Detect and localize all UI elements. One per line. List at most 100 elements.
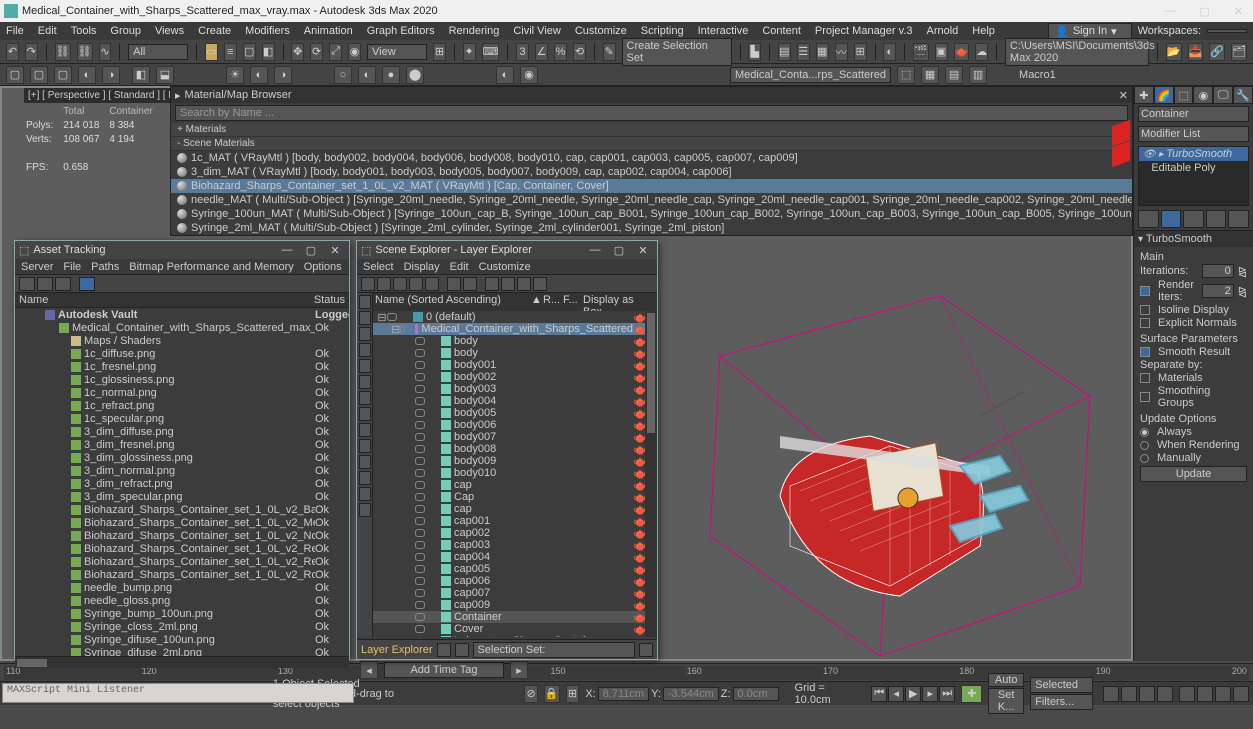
asset-row[interactable]: Medical_Container_with_Sharps_Scattered_… [15,321,349,334]
pm-relink-button[interactable]: 🗂 [1231,43,1247,61]
menu-item[interactable]: Display [404,261,440,273]
utilities-tab[interactable]: 🔧 [1233,86,1253,104]
tb2-btn[interactable]: ▦ [921,66,939,84]
goto-end-button[interactable]: ⏭ [939,686,955,702]
tb-btn[interactable] [359,311,371,325]
visibility-icon[interactable] [415,397,425,405]
visibility-icon[interactable] [415,505,425,513]
freeze-icon[interactable] [427,541,437,549]
asset-row[interactable]: Syringe_closs_2ml.pngOk [15,620,349,633]
visibility-icon[interactable] [415,349,425,357]
menu-group[interactable]: Group [110,25,141,37]
pm-merge-button[interactable]: 📥 [1188,43,1204,61]
maximize-button[interactable]: ▢ [1193,5,1215,18]
tb-btn[interactable] [447,277,461,291]
next-frame-button[interactable]: ▸ [922,686,938,702]
keyboard-button[interactable]: ⌨ [482,43,500,61]
visibility-icon[interactable] [415,337,425,345]
sep-materials-check[interactable] [1140,373,1150,383]
freeze-icon[interactable] [399,313,409,321]
asset-row[interactable]: 3_dim_refract.pngOk [15,477,349,490]
manip-button[interactable]: ✦ [463,43,476,61]
prev-frame-button[interactable]: ◂ [888,686,904,702]
visibility-icon[interactable] [415,625,425,633]
placement-button[interactable]: ◉ [348,43,361,61]
tree-row[interactable]: body010🫖 [373,467,645,479]
align-button[interactable]: ▤ [778,43,791,61]
rotate-button[interactable]: ⟳ [310,43,323,61]
close-icon[interactable]: ✕ [1119,89,1128,102]
asset-row[interactable]: Autodesk VaultLogged... [15,308,349,321]
freeze-icon[interactable] [427,397,437,405]
modify-tab[interactable]: 🌈 [1154,86,1174,104]
asset-row[interactable]: 1c_refract.pngOk [15,399,349,412]
tb-btn[interactable] [501,277,515,291]
tb-btn[interactable] [639,643,653,657]
tree-row[interactable]: body003🫖 [373,383,645,395]
asset-row[interactable]: 1c_diffuse.pngOk [15,347,349,360]
tb2-btn[interactable]: ◐ [78,66,96,84]
tree-row[interactable]: cap007🫖 [373,587,645,599]
asset-row[interactable]: Biohazard_Sharps_Container_set_1_0L_v2_N… [15,529,349,542]
autokey-button[interactable]: Auto [988,673,1024,687]
freeze-icon[interactable] [427,361,437,369]
tb2-btn[interactable]: ☀ [226,66,244,84]
tb2-btn[interactable]: ◧ [132,66,150,84]
close-icon[interactable]: ✕ [325,244,345,257]
menu-customize[interactable]: Customize [575,25,627,37]
pin-stack-button[interactable] [1138,210,1159,228]
menu-arnold[interactable]: Arnold [927,25,959,37]
tb2-btn[interactable]: ⬚ [897,66,915,84]
tree-row[interactable]: Laboratory_Sharps_Container🫖 [373,635,645,637]
window-crossing-button[interactable]: ◧ [262,43,275,61]
tb-btn[interactable] [359,503,371,517]
tb-btn[interactable] [359,455,371,469]
pm-open-button[interactable]: 📂 [1166,43,1182,61]
tree-row[interactable]: cap006🫖 [373,575,645,587]
tree-row[interactable]: body004🫖 [373,395,645,407]
move-button[interactable]: ✥ [291,43,304,61]
tree-row[interactable]: body🫖 [373,335,645,347]
freeze-icon[interactable] [427,445,437,453]
asset-row[interactable]: 1c_fresnel.pngOk [15,360,349,373]
tb2-btn[interactable]: ▥ [969,66,987,84]
menu-views[interactable]: Views [155,25,184,37]
visibility-icon[interactable] [415,481,425,489]
tb2-btn[interactable]: ◉ [520,66,538,84]
visibility-icon[interactable] [415,385,425,393]
smooth-result-check[interactable] [1140,347,1150,357]
visibility-icon[interactable] [415,601,425,609]
visibility-icon[interactable] [415,361,425,369]
material-row[interactable]: 3_dim_MAT ( VRayMtl ) [body, body001, bo… [171,165,1132,179]
snap-button[interactable]: 3 [516,43,529,61]
tree-row[interactable]: cap003🫖 [373,539,645,551]
isoline-check[interactable] [1140,305,1150,315]
display-tab[interactable]: 🖵 [1213,86,1233,104]
freeze-icon[interactable] [427,553,437,561]
render-frame-button[interactable]: ▣ [935,43,948,61]
nav-btn[interactable] [1233,686,1249,702]
asset-row[interactable]: Syringe_bump_100un.pngOk [15,607,349,620]
pm-xref-button[interactable]: 🔗 [1209,43,1225,61]
chevron-icon[interactable]: ▸ [175,89,181,102]
scale-button[interactable]: ⤢ [329,43,342,61]
menu-item[interactable]: Customize [479,261,531,273]
freeze-icon[interactable] [427,421,437,429]
tb-btn[interactable] [79,277,95,291]
menu-item[interactable]: Options [304,261,342,273]
tb-btn[interactable] [425,277,439,291]
rollout-header[interactable]: ▾ TurboSmooth [1134,230,1253,247]
tb-btn[interactable] [463,277,477,291]
asset-row[interactable]: Biohazard_Sharps_Container_set_1_0L_v2_R… [15,542,349,555]
freeze-icon[interactable] [427,469,437,477]
selection-set-dropdown[interactable]: Create Selection Set [622,38,732,66]
tb2-btn[interactable]: ○ [334,66,352,84]
menu-scripting[interactable]: Scripting [641,25,684,37]
tb-btn[interactable] [37,277,53,291]
render-button[interactable]: 🫖 [954,43,970,61]
redo-button[interactable]: ↷ [25,43,38,61]
tb-btn[interactable] [55,277,71,291]
nav-btn[interactable] [1139,686,1155,702]
keyfilters-button[interactable]: Filters... [1030,694,1093,710]
select-object-button[interactable]: ▭ [205,43,218,61]
